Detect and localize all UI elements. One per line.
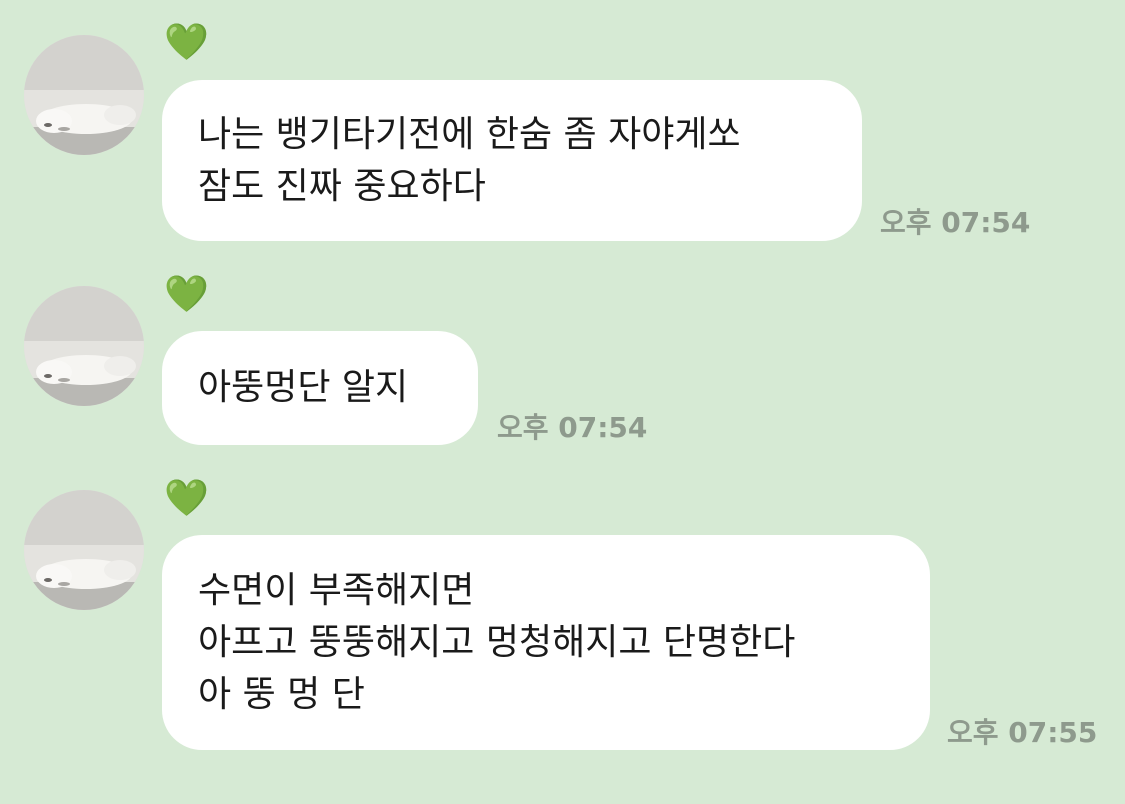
sender-name-heart: 💚 (164, 274, 209, 315)
message-bubble[interactable]: 아뚱멍단 알지 (162, 331, 478, 445)
message-timestamp: 오후 07:54 (497, 411, 648, 444)
message-bubble[interactable]: 수면이 부족해지면 아프고 뚱뚱해지고 멍청해지고 단명한다 아 뚱 멍 단 (162, 535, 930, 750)
avatar[interactable] (24, 35, 144, 155)
chat-message-list[interactable]: 💚 나는 뱅기타기전에 한숨 좀 자야게쏘 잠도 진짜 중요하다 오후 07:5… (0, 0, 1125, 804)
message-timestamp: 오후 07:55 (947, 716, 1098, 749)
message-text-line: 잠도 진짜 중요하다 (198, 165, 486, 207)
sleeping-dog-photo (24, 490, 144, 610)
message-text-line: 수면이 부족해지면 (198, 569, 475, 611)
avatar[interactable] (24, 490, 144, 610)
sender-name-heart: 💚 (164, 478, 209, 519)
message-text-line: 아뚱멍단 알지 (198, 367, 409, 408)
avatar[interactable] (24, 286, 144, 406)
message-text-line: 아프고 뚱뚱해지고 멍청해지고 단명한다 (198, 621, 796, 663)
sender-name-heart: 💚 (164, 22, 209, 63)
message-text-line: 나는 뱅기타기전에 한숨 좀 자야게쏘 (198, 113, 741, 155)
message-bubble[interactable]: 나는 뱅기타기전에 한숨 좀 자야게쏘 잠도 진짜 중요하다 (162, 80, 862, 241)
message-timestamp: 오후 07:54 (880, 206, 1031, 239)
sleeping-dog-photo (24, 286, 144, 406)
message-text-line: 아 뚱 멍 단 (198, 673, 365, 715)
sleeping-dog-photo (24, 35, 144, 155)
